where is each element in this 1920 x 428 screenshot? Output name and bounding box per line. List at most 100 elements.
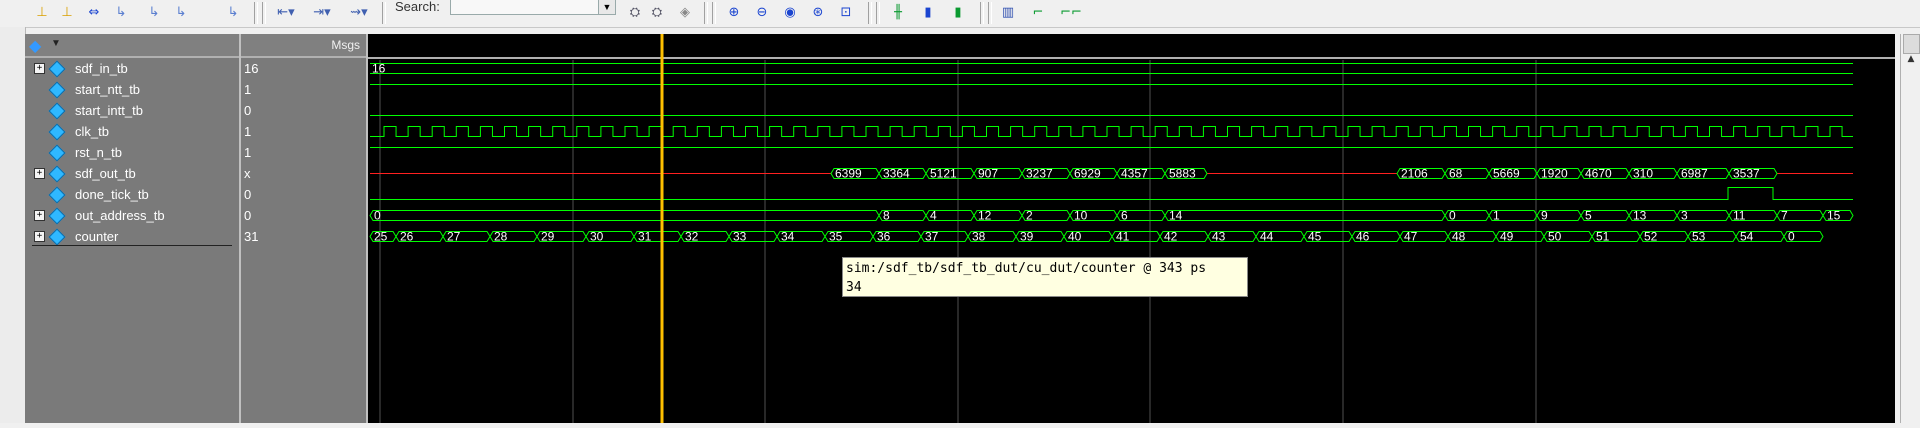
zoom-cursor-icon[interactable]: ⊛ <box>806 2 830 24</box>
binoculars-icon[interactable]: ⛭ <box>624 2 646 24</box>
signal-row-sdf_out_tb[interactable]: + sdf_out_tb <box>25 163 239 184</box>
signal-value: x <box>244 166 251 181</box>
expand-icon[interactable]: ⇔ <box>82 2 106 24</box>
zoom-range-icon[interactable]: ⊡ <box>834 2 858 24</box>
signal-name: out_address_tb <box>75 208 165 223</box>
toolbar-separator <box>988 2 992 24</box>
bus-segment <box>369 210 880 221</box>
expand-icon[interactable]: + <box>34 231 45 242</box>
chevron-down-icon[interactable]: ▼ <box>51 38 61 49</box>
signal-row-done_tick_tb[interactable]: done_tick_tb <box>25 184 239 205</box>
edge-next-icon[interactable]: ⇥▾ <box>308 2 336 24</box>
bus-value-label: 6 <box>1121 209 1128 223</box>
expand-icon[interactable]: + <box>34 168 45 179</box>
signal-values-pane: Msgs 16 1 0 1 1 x 0 0 31 <box>241 34 368 423</box>
bus-value-label: 49 <box>1500 230 1514 244</box>
bus-value-label: 37 <box>925 230 939 244</box>
signal-row-rst_n_tb[interactable]: rst_n_tb <box>25 142 239 163</box>
signal-row-sdf_in_tb[interactable]: + sdf_in_tb <box>25 58 239 79</box>
search-dropdown-icon[interactable]: ▼ <box>598 0 616 15</box>
wave-format-icon[interactable]: ▥ <box>996 2 1020 24</box>
values-header: Msgs <box>241 34 366 58</box>
expand-icon[interactable]: + <box>34 210 45 221</box>
bus-value-label: 38 <box>972 230 986 244</box>
eraser-icon[interactable]: ◈ <box>674 2 696 24</box>
bus-value-label: 68 <box>1449 167 1463 181</box>
cursor-next-icon[interactable]: ⊥ <box>55 2 79 24</box>
signal-value-row: 16 <box>241 58 366 79</box>
zoom-full-icon[interactable]: ◉ <box>778 2 802 24</box>
bus-value-label: 4 <box>930 209 937 223</box>
signal-row-counter[interactable]: + counter <box>25 226 239 247</box>
bus-value-label: 7 <box>1781 209 1788 223</box>
signal-value-row: 0 <box>241 100 366 121</box>
binoculars-next-icon[interactable]: ⛭ <box>646 2 668 24</box>
bus-value-label: 3364 <box>883 167 910 181</box>
waveform-canvas[interactable]: 166399 3364 5121 907 3237 6929 4357 5883 2106 68 5… <box>368 34 1895 423</box>
bus-value-label: 6399 <box>835 167 862 181</box>
cursor-delete-icon[interactable]: ▮ <box>946 2 970 24</box>
bus-value-label: 11 <box>1733 209 1746 223</box>
search-label: Search: <box>395 0 440 14</box>
expand-icon[interactable]: + <box>34 63 45 74</box>
signal-row-start_ntt_tb[interactable]: start_ntt_tb <box>25 79 239 100</box>
bus-value-label: 3537 <box>1733 167 1760 181</box>
bus-value-label: 54 <box>1740 230 1754 244</box>
cursor-add-icon[interactable]: ╫ <box>886 2 910 24</box>
signal-names-pane: ◆ ▼ + sdf_in_tb start_ntt_tb start_intt_tbc… <box>25 34 241 423</box>
wave-analog-icon[interactable]: ⌐⌐ <box>1056 2 1086 24</box>
cursor-lock-icon[interactable]: ▮ <box>916 2 940 24</box>
signal-name: start_intt_tb <box>75 103 143 118</box>
wave-list-icon[interactable]: ◆ <box>29 36 41 56</box>
step-4-icon[interactable]: ↳ <box>222 2 244 24</box>
signal-value: 0 <box>244 103 252 118</box>
bus-value-label: 16 <box>372 62 386 76</box>
signal-value-row: 1 <box>241 121 366 142</box>
bus-value-label: 52 <box>1644 230 1658 244</box>
signal-name: sdf_out_tb <box>75 166 136 181</box>
signal-value-row: 1 <box>241 142 366 163</box>
toolbar-separator <box>382 2 386 24</box>
signal-value-row: 31 <box>241 226 366 247</box>
signal-row-start_intt_tb[interactable]: start_intt_tb <box>25 100 239 121</box>
search-input[interactable] <box>450 0 610 15</box>
edge-find-icon[interactable]: ⇝▾ <box>345 2 373 24</box>
edge-prev-icon[interactable]: ⇤▾ <box>272 2 300 24</box>
signal-value-row: x <box>241 163 366 184</box>
msgs-header: Msgs <box>331 38 360 52</box>
bus-value-label: 30 <box>590 230 604 244</box>
waveform-pane[interactable]: 16 6399 3364 5121 907 3237 6929 4357 5883 2106 68 5… <box>368 34 1895 423</box>
bus-value-label: 51 <box>1596 230 1610 244</box>
scroll-up-icon[interactable]: ▲ <box>1901 54 1920 70</box>
bus-value-label: 3 <box>1681 209 1688 223</box>
bus-value-label: 27 <box>447 230 461 244</box>
bus-value-label: 2106 <box>1401 167 1428 181</box>
signal-row-out_address_tb[interactable]: + out_address_tb <box>25 205 239 226</box>
bus-value-label: 47 <box>1404 230 1418 244</box>
bus-value-label: 26 <box>400 230 414 244</box>
signal-diamond-icon <box>48 186 66 204</box>
vertical-scrollbar[interactable]: ▲ <box>1900 34 1920 423</box>
signal-diamond-icon <box>48 144 66 162</box>
bus-value-label: 9 <box>1541 209 1548 223</box>
bus-value-label: 40 <box>1068 230 1082 244</box>
bus-value-label: 53 <box>1692 230 1706 244</box>
zoom-out-icon[interactable]: ⊖ <box>750 2 774 24</box>
toolbar-separator <box>980 2 984 24</box>
zoom-in-icon[interactable]: ⊕ <box>722 2 746 24</box>
bus-value-label: 15 <box>1827 209 1841 223</box>
signal-diamond-icon <box>48 60 66 78</box>
step-1-icon[interactable]: ↳ <box>110 2 132 24</box>
bus-value-label: 5669 <box>1493 167 1520 181</box>
cursor-snap-icon[interactable]: ⊥ <box>30 2 54 24</box>
bus-value-label: 0 <box>1788 230 1795 244</box>
wave-step-icon[interactable]: ⌐ <box>1026 2 1050 24</box>
signal-row-clk_tb[interactable]: clk_tb <box>25 121 239 142</box>
scrollbar-thumb[interactable] <box>1903 34 1920 54</box>
bus-value-label: 6987 <box>1681 167 1708 181</box>
bus-value-label: 10 <box>1074 209 1088 223</box>
step-3-icon[interactable]: ↳ <box>170 2 192 24</box>
bus-value-label: 33 <box>733 230 747 244</box>
toolbar-separator <box>254 2 258 24</box>
step-2-icon[interactable]: ↳ <box>143 2 165 24</box>
